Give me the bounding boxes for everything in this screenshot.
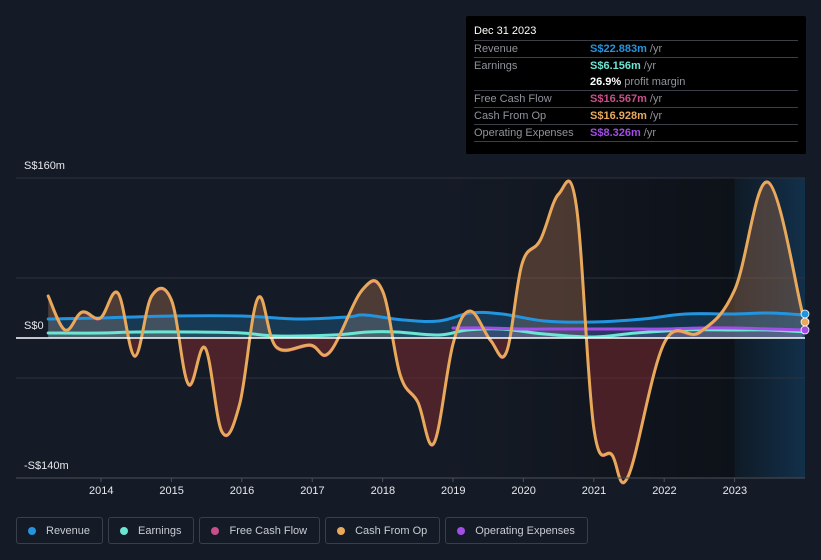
legend-item-free-cash-flow[interactable]: Free Cash Flow bbox=[199, 517, 321, 544]
legend-label: Revenue bbox=[46, 524, 91, 537]
free-cash-flow-dot-icon bbox=[211, 526, 220, 535]
tooltip-row-free-cash-flow: Free Cash Flow S$16.567m /yr bbox=[474, 91, 798, 108]
legend-item-cash-from-op[interactable]: Cash From Op bbox=[325, 517, 441, 544]
legend-label: Free Cash Flow bbox=[229, 524, 308, 537]
x-tick-label: 2014 bbox=[89, 485, 114, 497]
tooltip-label: Cash From Op bbox=[474, 110, 547, 122]
x-tick-label: 2021 bbox=[581, 485, 607, 497]
y-tick-label-bottom: -S$140m bbox=[24, 460, 69, 472]
legend-label: Cash From Op bbox=[355, 524, 428, 537]
x-tick-label: 2016 bbox=[229, 485, 255, 497]
tooltip-row-revenue: Revenue S$22.883m /yr bbox=[474, 41, 798, 58]
tooltip-row-profit-margin: 26.9% profit margin bbox=[474, 74, 798, 91]
y-tick-label-top: S$160m bbox=[24, 160, 65, 172]
tooltip-value: S$16.928m bbox=[590, 110, 647, 122]
tooltip-label: Earnings bbox=[474, 60, 518, 72]
tooltip-unit: /yr bbox=[643, 60, 656, 72]
tooltip-label bbox=[474, 74, 590, 90]
x-tick-label: 2018 bbox=[370, 485, 396, 497]
legend-item-revenue[interactable]: Revenue bbox=[16, 517, 104, 544]
legend-item-earnings[interactable]: Earnings bbox=[108, 517, 195, 544]
operating-expenses-end-marker bbox=[800, 325, 810, 335]
tooltip-label: Revenue bbox=[474, 43, 519, 55]
operating-expenses-dot-icon bbox=[457, 526, 466, 535]
x-tick-label: 2015 bbox=[159, 485, 184, 497]
tooltip-value: 26.9% bbox=[590, 76, 622, 88]
tooltip: Dec 31 2023 Revenue S$22.883m /yr Earnin… bbox=[466, 16, 806, 154]
x-tick-label: 2019 bbox=[441, 485, 466, 497]
tooltip-label: Free Cash Flow bbox=[474, 93, 552, 105]
legend-label: Operating Expenses bbox=[475, 524, 575, 537]
tooltip-label: Operating Expenses bbox=[474, 127, 574, 139]
operating-expenses-line bbox=[451, 326, 806, 332]
legend-label: Earnings bbox=[138, 524, 182, 537]
legend-item-operating-expenses[interactable]: Operating Expenses bbox=[445, 517, 588, 544]
y-tick-label-zero: S$0 bbox=[24, 320, 44, 332]
tooltip-unit: /yr bbox=[649, 43, 663, 55]
tooltip-value: S$6.156m bbox=[590, 60, 641, 72]
x-tick-label: 2023 bbox=[722, 485, 748, 497]
tooltip-unit: /yr bbox=[649, 110, 663, 122]
cash-from-op-end-marker bbox=[800, 317, 810, 327]
x-tick-label: 2017 bbox=[300, 485, 325, 497]
revenue-dot-icon bbox=[28, 526, 36, 535]
tooltip-value: S$16.567m bbox=[590, 93, 647, 105]
tooltip-value: S$8.326m bbox=[590, 127, 641, 139]
x-tick-label: 2020 bbox=[511, 485, 536, 497]
tooltip-date: Dec 31 2023 bbox=[474, 23, 798, 41]
tooltip-unit: profit margin bbox=[624, 76, 686, 88]
legend: Revenue Earnings Free Cash Flow Cash Fro… bbox=[16, 517, 588, 544]
cash-from-op-dot-icon bbox=[337, 526, 346, 535]
revenue-end-marker bbox=[800, 309, 810, 319]
x-tick-label: 2022 bbox=[652, 485, 677, 497]
tooltip-row-cash-from-op: Cash From Op S$16.928m /yr bbox=[474, 108, 798, 125]
tooltip-row-earnings: Earnings S$6.156m /yr bbox=[474, 58, 798, 74]
tooltip-unit: /yr bbox=[643, 127, 656, 139]
tooltip-unit: /yr bbox=[649, 93, 663, 105]
tooltip-row-operating-expenses: Operating Expenses S$8.326m /yr bbox=[474, 125, 798, 142]
earnings-dot-icon bbox=[120, 526, 129, 535]
tooltip-value: S$22.883m bbox=[590, 43, 647, 55]
